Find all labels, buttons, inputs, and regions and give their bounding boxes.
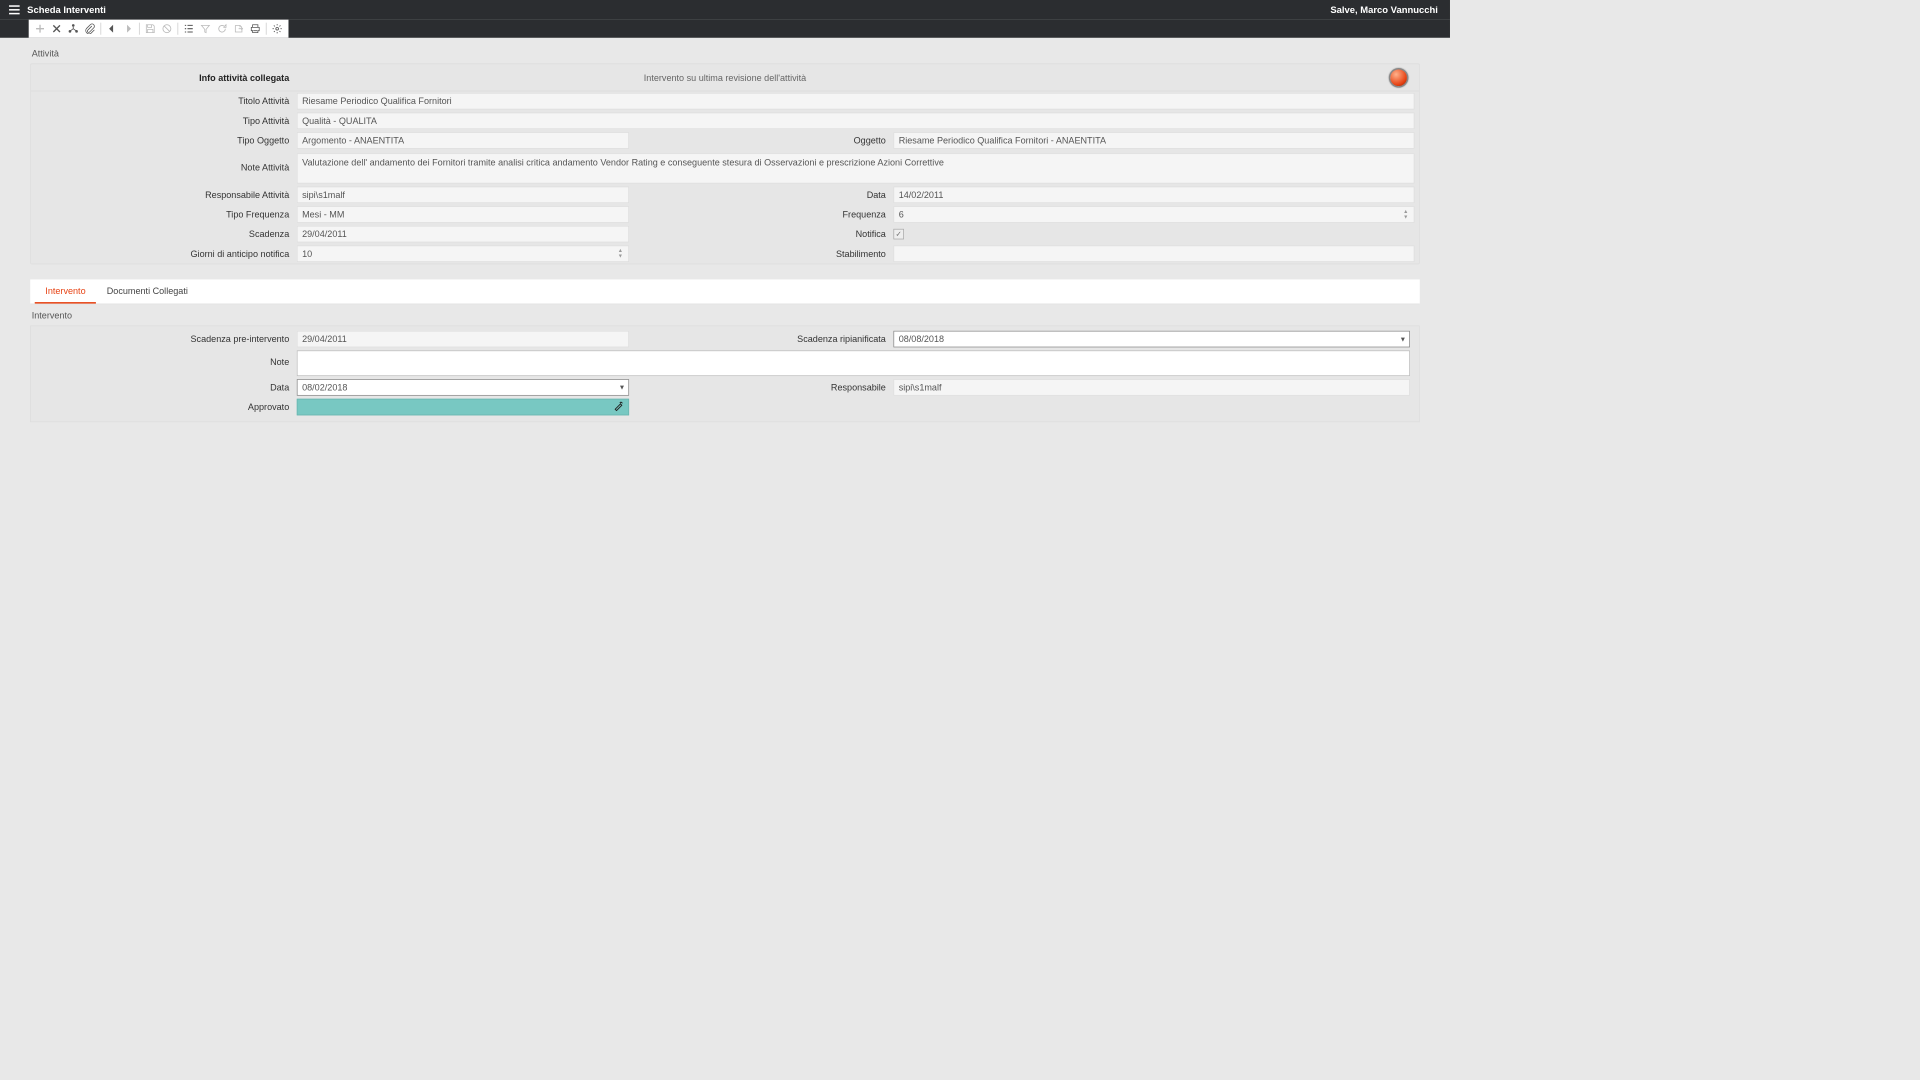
print-icon[interactable] xyxy=(247,20,264,37)
forward-icon[interactable] xyxy=(120,20,137,37)
frequenza-text: 6 xyxy=(899,209,904,220)
intervento-data-text: 08/02/2018 xyxy=(302,382,347,393)
spinner-icon: ▲▼ xyxy=(1403,207,1412,222)
responsabile-attivita-label: Responsabile Attività xyxy=(31,190,297,201)
data-attivita-label: Data xyxy=(629,190,893,201)
chevron-down-icon[interactable]: ▼ xyxy=(1399,335,1406,343)
scadenza-label: Scadenza xyxy=(31,229,297,240)
tipo-attivita-label: Tipo Attività xyxy=(31,116,297,127)
scadenza-pre-value: 29/04/2011 xyxy=(297,331,629,348)
gear-icon[interactable] xyxy=(269,20,286,37)
header-bar: Scheda Interventi Salve, Marco Vannucchi xyxy=(0,0,1450,20)
scadenza-pre-label: Scadenza pre-intervento xyxy=(31,334,297,345)
tipo-attivita-value: Qualità - QUALITA xyxy=(297,113,1415,130)
toolbar xyxy=(29,20,289,38)
notifica-label: Notifica xyxy=(629,229,893,240)
tree-icon[interactable] xyxy=(65,20,82,37)
section-intervento-title: Intervento xyxy=(30,304,1420,325)
wand-icon[interactable] xyxy=(613,401,624,414)
content: Attività Info attività collegata Interve… xyxy=(0,38,1450,430)
scadenza-ripian-label: Scadenza ripianificata xyxy=(629,334,893,345)
filter-icon[interactable] xyxy=(197,20,214,37)
tipo-oggetto-value: Argomento - ANAENTITA xyxy=(297,132,629,149)
cancel-round-icon[interactable] xyxy=(159,20,176,37)
intervento-note-label: Note xyxy=(31,350,297,367)
note-attivita-value: Valutazione dell' andamento dei Fornitor… xyxy=(297,153,1415,183)
list-icon[interactable] xyxy=(180,20,197,37)
toolbar-separator xyxy=(139,23,140,35)
giorni-anticipo-text: 10 xyxy=(302,248,312,259)
chevron-down-icon[interactable]: ▼ xyxy=(619,384,626,392)
giorni-anticipo-value: 10 ▲▼ xyxy=(297,245,629,262)
giorni-anticipo-label: Giorni di anticipo notifica xyxy=(31,248,297,259)
save-icon[interactable] xyxy=(142,20,159,37)
toolbar-row xyxy=(0,20,1450,38)
intervento-responsabile-value: sipi\s1malf xyxy=(893,379,1410,396)
intervento-note-input[interactable] xyxy=(297,350,1410,376)
tipo-frequenza-label: Tipo Frequenza xyxy=(31,209,297,220)
notifica-checkbox: ✓ xyxy=(893,229,904,240)
intervento-data-input[interactable]: 08/02/2018 ▼ xyxy=(297,379,629,396)
spinner-icon: ▲▼ xyxy=(618,246,627,261)
titolo-attivita-value: Riesame Periodico Qualifica Fornitori xyxy=(297,93,1415,110)
back-icon[interactable] xyxy=(103,20,120,37)
export-icon[interactable] xyxy=(230,20,247,37)
frequenza-value: 6 ▲▼ xyxy=(893,206,1414,223)
page-title: Scheda Interventi xyxy=(27,5,106,16)
scadenza-ripian-input[interactable]: 08/08/2018 ▼ xyxy=(893,331,1410,348)
responsabile-attivita-value: sipi\s1malf xyxy=(297,187,629,204)
toolbar-separator xyxy=(266,23,267,35)
tabs: Intervento Documenti Collegati xyxy=(30,279,1420,304)
section-activity-title: Attività xyxy=(30,45,1420,63)
attach-icon[interactable] xyxy=(82,20,99,37)
toolbar-separator xyxy=(177,23,178,35)
close-icon[interactable] xyxy=(48,20,65,37)
intervento-panel: Scadenza pre-intervento 29/04/2011 Scade… xyxy=(30,325,1420,422)
info-row: Info attività collegata Intervento su ul… xyxy=(31,64,1419,91)
user-greeting: Salve, Marco Vannucchi xyxy=(1330,5,1444,16)
titolo-attivita-label: Titolo Attività xyxy=(31,96,297,107)
tipo-oggetto-label: Tipo Oggetto xyxy=(31,135,297,146)
status-indicator-icon xyxy=(1389,68,1409,88)
approvato-input[interactable] xyxy=(297,399,629,416)
scadenza-value: 29/04/2011 xyxy=(297,226,629,243)
refresh-icon[interactable] xyxy=(214,20,231,37)
stabilimento-value xyxy=(893,245,1414,262)
stabilimento-label: Stabilimento xyxy=(629,248,893,259)
frequenza-label: Frequenza xyxy=(629,209,893,220)
tab-documenti-collegati[interactable]: Documenti Collegati xyxy=(96,279,198,303)
tab-intervento[interactable]: Intervento xyxy=(35,279,96,303)
data-attivita-value: 14/02/2011 xyxy=(893,187,1414,204)
activity-panel: Info attività collegata Intervento su ul… xyxy=(30,63,1420,264)
toolbar-separator xyxy=(100,23,101,35)
intervento-data-label: Data xyxy=(31,382,297,393)
plus-icon[interactable] xyxy=(32,20,49,37)
oggetto-label: Oggetto xyxy=(629,135,893,146)
menu-icon[interactable] xyxy=(6,2,23,19)
scadenza-ripian-text: 08/08/2018 xyxy=(899,334,944,345)
approvato-label: Approvato xyxy=(31,402,297,413)
tipo-frequenza-value: Mesi - MM xyxy=(297,206,629,223)
note-attivita-label: Note Attività xyxy=(31,153,297,173)
intervento-responsabile-label: Responsabile xyxy=(629,382,893,393)
oggetto-value: Riesame Periodico Qualifica Fornitori - … xyxy=(893,132,1414,149)
info-center-text: Intervento su ultima revisione dell'atti… xyxy=(31,72,1419,83)
